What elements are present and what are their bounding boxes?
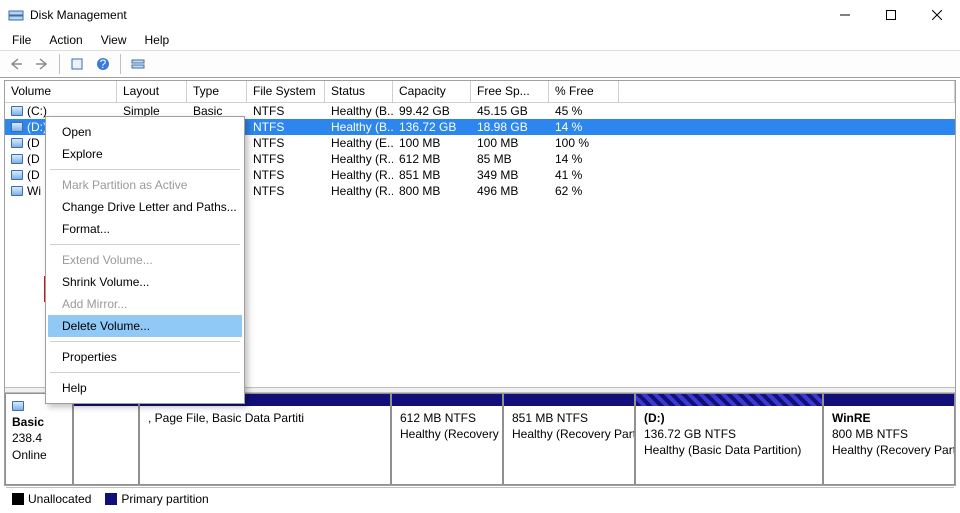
ctx-add-mirror: Add Mirror... <box>48 293 242 315</box>
partition[interactable]: (D:)136.72 GB NTFSHealthy (Basic Data Pa… <box>635 393 823 485</box>
disk-label[interactable]: Basic 238.4 Online <box>5 393 73 485</box>
menu-action[interactable]: Action <box>41 31 90 49</box>
partition-bar: , Page File, Basic Data Partiti 612 MB NT… <box>73 393 955 485</box>
partition-size: 136.72 GB NTFS <box>644 426 814 442</box>
swatch-unallocated <box>12 493 24 505</box>
ctx-explore[interactable]: Explore <box>48 143 242 165</box>
partition-status: Healthy (Recovery Parti <box>832 442 946 458</box>
ctx-properties[interactable]: Properties <box>48 346 242 368</box>
titlebar: Disk Management <box>0 0 960 30</box>
partition-size: 851 MB NTFS <box>512 410 626 426</box>
col-status[interactable]: Status <box>325 81 393 102</box>
partition[interactable]: , Page File, Basic Data Partiti <box>139 393 391 485</box>
ctx-delete-volume[interactable]: Delete Volume... <box>48 315 242 337</box>
help-button[interactable]: ? <box>91 53 115 75</box>
close-button[interactable] <box>914 0 960 30</box>
menubar: File Action View Help <box>0 30 960 50</box>
disk-size: 238.4 <box>12 431 42 445</box>
swatch-primary <box>105 493 117 505</box>
partition[interactable] <box>73 393 139 485</box>
disk-pane: Basic 238.4 Online , Page File, Basic Da… <box>5 393 955 485</box>
legend-primary: Primary partition <box>121 492 208 506</box>
col-volume[interactable]: Volume <box>5 81 117 102</box>
context-menu: Open Explore Mark Partition as Active Ch… <box>45 116 245 404</box>
partition-status: Healthy (Recovery Parti <box>512 426 626 442</box>
volume-icon <box>11 170 23 180</box>
app-icon <box>8 7 24 23</box>
col-type[interactable]: Type <box>187 81 247 102</box>
disk-icon <box>12 401 24 411</box>
menu-file[interactable]: File <box>4 31 39 49</box>
menu-help[interactable]: Help <box>137 31 178 49</box>
window-title: Disk Management <box>30 8 822 22</box>
col-filler <box>619 81 955 102</box>
toolbar: ? <box>0 50 960 78</box>
refresh-button[interactable] <box>65 53 89 75</box>
volume-icon <box>11 138 23 148</box>
col-freespace[interactable]: Free Sp... <box>471 81 549 102</box>
ctx-shrink[interactable]: Shrink Volume... <box>48 271 242 293</box>
partition-status: Healthy (Basic Data Partition) <box>644 442 814 458</box>
minimize-button[interactable] <box>822 0 868 30</box>
ctx-extend: Extend Volume... <box>48 249 242 271</box>
ctx-help[interactable]: Help <box>48 377 242 399</box>
volume-icon <box>11 154 23 164</box>
disk-type: Basic <box>12 415 44 429</box>
col-capacity[interactable]: Capacity <box>393 81 471 102</box>
volume-icon <box>11 186 23 196</box>
partition-size: 800 MB NTFS <box>832 426 946 442</box>
back-button[interactable] <box>4 53 28 75</box>
disk-status: Online <box>12 448 47 462</box>
ctx-format[interactable]: Format... <box>48 218 242 240</box>
volume-icon <box>11 122 23 132</box>
partition-name: (D:) <box>644 410 814 426</box>
partition-status: , Page File, Basic Data Partiti <box>148 410 382 426</box>
legend-unallocated: Unallocated <box>28 492 91 506</box>
menu-view[interactable]: View <box>93 31 135 49</box>
partition-size: 612 MB NTFS <box>400 410 494 426</box>
partition[interactable]: 851 MB NTFSHealthy (Recovery Parti <box>503 393 635 485</box>
col-pctfree[interactable]: % Free <box>549 81 619 102</box>
volume-icon <box>11 106 23 116</box>
partition[interactable]: WinRE800 MB NTFSHealthy (Recovery Parti <box>823 393 955 485</box>
forward-button[interactable] <box>30 53 54 75</box>
partition-status: Healthy (Recovery Par <box>400 426 494 442</box>
partition-name: WinRE <box>832 410 946 426</box>
ctx-mark-active: Mark Partition as Active <box>48 174 242 196</box>
svg-text:?: ? <box>100 57 107 71</box>
ctx-change-letter[interactable]: Change Drive Letter and Paths... <box>48 196 242 218</box>
col-layout[interactable]: Layout <box>117 81 187 102</box>
maximize-button[interactable] <box>868 0 914 30</box>
partition[interactable]: 612 MB NTFSHealthy (Recovery Par <box>391 393 503 485</box>
col-filesystem[interactable]: File System <box>247 81 325 102</box>
ctx-open[interactable]: Open <box>48 121 242 143</box>
legend: Unallocated Primary partition <box>6 487 954 509</box>
action-button[interactable] <box>126 53 150 75</box>
volume-list-header: Volume Layout Type File System Status Ca… <box>5 81 955 103</box>
